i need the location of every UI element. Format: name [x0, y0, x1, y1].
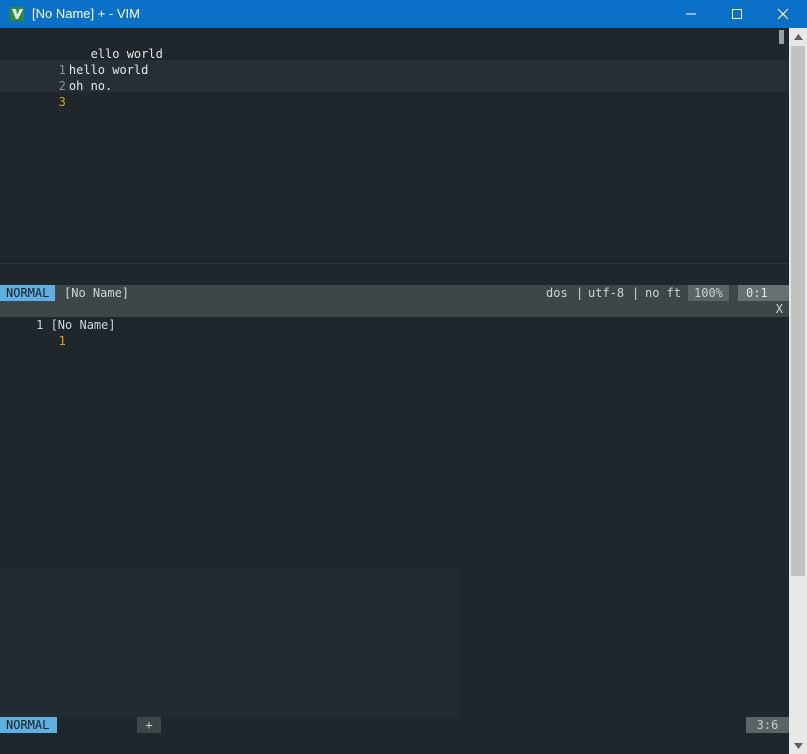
scroll-percent: 100%	[688, 285, 729, 301]
background-divider	[0, 263, 789, 264]
buffer-tab-bar[interactable]: 1 [No Name] X	[0, 301, 789, 332]
file-format: dos	[546, 286, 568, 300]
file-encoding: utf-8	[588, 286, 625, 300]
scroll-down-button[interactable]	[789, 737, 807, 754]
maximize-icon	[732, 9, 742, 19]
buffer-line[interactable]: 2 oh no.	[0, 62, 113, 93]
minimize-button[interactable]	[668, 0, 714, 28]
arrow-down-icon	[793, 742, 803, 749]
minimize-icon	[686, 13, 696, 15]
buffer-line[interactable]: 1 hello world	[0, 46, 149, 77]
buffer-line-current[interactable]: 1	[0, 317, 69, 348]
scroll-marker	[779, 30, 784, 44]
cursor-position: 3:6	[746, 717, 789, 733]
close-buffer-button[interactable]: X	[776, 301, 783, 317]
current-line-number: 1	[58, 334, 66, 348]
scroll-thumb[interactable]	[791, 46, 805, 576]
current-line-number: 3	[58, 95, 66, 109]
file-type: no ft	[645, 286, 682, 300]
arrow-up-icon	[793, 33, 803, 40]
cursor-position: 0:1	[738, 285, 789, 301]
vim-logo-icon	[10, 7, 24, 21]
close-button[interactable]	[760, 0, 806, 28]
separator: |	[576, 286, 584, 300]
separator: |	[632, 286, 640, 300]
background-editor-area	[0, 568, 460, 718]
status-line-bottom: NORMAL + 3:6	[0, 717, 789, 733]
vim-terminal[interactable]: ello world 1 hello world 2 oh no. 3 NORMAL…	[0, 28, 789, 754]
file-name: [No Name]	[64, 286, 130, 300]
close-icon	[777, 8, 789, 20]
window-title: [No Name] + - VIM	[32, 6, 140, 21]
modified-indicator: +	[137, 717, 161, 733]
vertical-scrollbar[interactable]	[789, 28, 807, 754]
buffer-line[interactable]: ello world	[0, 30, 163, 61]
scroll-up-button[interactable]	[789, 28, 807, 45]
line-text: oh no.	[68, 79, 113, 93]
buffer-line-current[interactable]: 3	[0, 78, 69, 109]
mode-indicator: NORMAL	[0, 285, 56, 301]
maximize-button[interactable]	[714, 0, 760, 28]
title-bar[interactable]: [No Name] + - VIM	[0, 0, 807, 28]
mode-indicator: NORMAL	[0, 717, 57, 733]
status-line-top: NORMAL [No Name] dos | utf-8 | no ft 100…	[0, 285, 789, 301]
